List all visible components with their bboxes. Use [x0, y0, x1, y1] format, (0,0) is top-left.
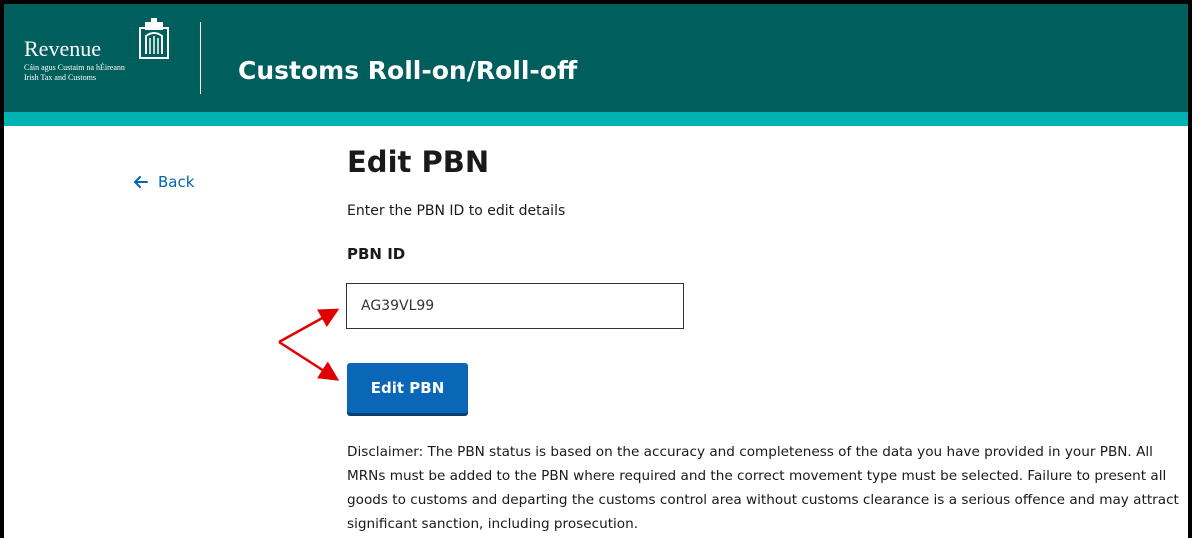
pbn-id-label: PBN ID	[347, 245, 406, 263]
pbn-id-input[interactable]	[346, 283, 684, 329]
site-header: Revenue Cáin agus Custaim na hÉireann Ir…	[4, 4, 1188, 112]
app-title: Customs Roll-on/Roll-off	[238, 56, 578, 85]
header-accent-stripe	[4, 112, 1188, 126]
harp-crest-icon	[139, 18, 169, 59]
logo-tagline-english: Irish Tax and Customs	[24, 73, 96, 82]
disclaimer-text: Disclaimer: The PBN status is based on t…	[347, 444, 1179, 532]
back-link[interactable]: Back	[134, 173, 194, 191]
header-divider	[200, 22, 201, 94]
logo-tagline-irish: Cáin agus Custaim na hÉireann	[24, 63, 125, 72]
back-link-label: Back	[158, 173, 195, 191]
edit-pbn-button[interactable]: Edit PBN	[347, 363, 468, 413]
logo-wordmark: Revenue	[24, 36, 101, 61]
page-title: Edit PBN	[347, 145, 490, 179]
page-intro-text: Enter the PBN ID to edit details	[347, 203, 566, 219]
revenue-logo[interactable]: Revenue Cáin agus Custaim na hÉireann Ir…	[24, 14, 204, 114]
arrow-left-icon	[134, 176, 148, 188]
